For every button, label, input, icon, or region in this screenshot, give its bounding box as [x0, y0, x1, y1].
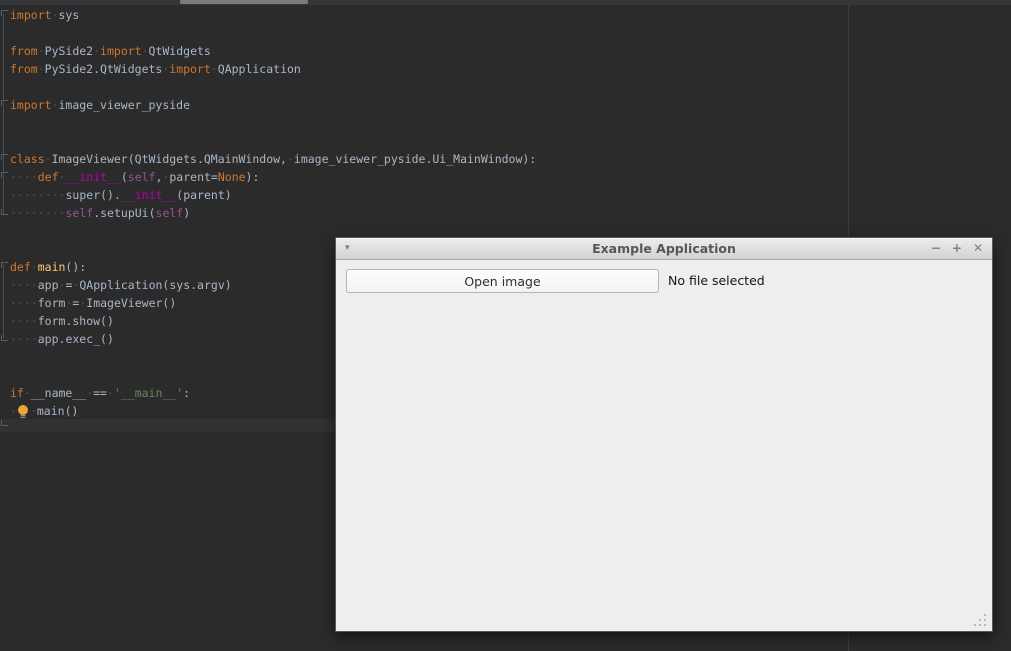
code-line[interactable] — [0, 132, 1011, 150]
code-line[interactable]: ····def·__init__(self,·parent=None): — [0, 168, 1011, 186]
code-token: (parent) — [176, 188, 232, 202]
code-token: ) — [183, 206, 191, 220]
open-image-button[interactable]: Open image — [346, 269, 659, 293]
caret-line-highlight — [0, 419, 348, 432]
code-token: __init__ — [120, 188, 177, 202]
code-token: ····form·=·ImageViewer() — [10, 296, 177, 310]
scrollbar-thumb[interactable] — [180, 0, 308, 4]
lightbulb-icon[interactable] — [17, 404, 30, 418]
code-token: ····app·=·QApplication(sys.argv) — [10, 278, 232, 292]
code-token: from — [10, 62, 38, 76]
code-token: : — [183, 386, 191, 400]
code-token: ····form.show() — [10, 314, 114, 328]
close-button[interactable]: ✕ — [973, 238, 983, 259]
code-token: main — [37, 260, 66, 274]
window-title: Example Application — [592, 241, 736, 256]
code-token: class — [10, 152, 45, 166]
file-status-label: No file selected — [668, 273, 765, 288]
code-line[interactable]: ········self.setupUi(self) — [0, 204, 1011, 222]
code-line[interactable]: from·PySide2.QtWidgets·import·QApplicati… — [0, 60, 1011, 78]
code-token: self — [65, 206, 94, 220]
code-token: ···· — [10, 170, 38, 184]
fold-marker-icon[interactable] — [1, 420, 8, 426]
editor-horizontal-scrollbar[interactable] — [0, 0, 1011, 5]
window-content: Open image No file selected — [336, 260, 992, 631]
code-token: ·PySide2· — [37, 44, 101, 58]
code-token: import — [10, 98, 52, 112]
code-token: ········super(). — [10, 188, 121, 202]
code-token: ·sys — [51, 8, 80, 22]
code-line[interactable]: ········super().__init__(parent) — [0, 186, 1011, 204]
code-line[interactable] — [0, 78, 1011, 96]
code-token: ·__name__·==· — [23, 386, 114, 400]
code-line[interactable] — [0, 24, 1011, 42]
code-token: ·QtWidgets — [141, 44, 211, 58]
code-token: def — [37, 170, 59, 184]
example-application-window: ▾ Example Application − + ✕ Open image N… — [335, 237, 993, 632]
code-token: if — [10, 386, 24, 400]
code-line[interactable]: import·image_viewer_pyside — [0, 96, 1011, 114]
maximize-button[interactable]: + — [952, 238, 962, 259]
code-token: ): — [245, 170, 260, 184]
code-token: ( — [120, 170, 128, 184]
code-token: __init__ — [65, 170, 121, 184]
resize-grip-icon[interactable] — [973, 612, 988, 627]
code-token: self — [127, 170, 156, 184]
code-token: (): — [65, 260, 87, 274]
code-token: import — [10, 8, 52, 22]
titlebar[interactable]: ▾ Example Application − + ✕ — [336, 238, 992, 260]
code-token: import — [169, 62, 211, 76]
code-token: import — [100, 44, 142, 58]
code-token: ····app.exec_() — [10, 332, 114, 346]
code-line[interactable]: from·PySide2·import·QtWidgets — [0, 42, 1011, 60]
code-token: ,·parent= — [155, 170, 218, 184]
code-token: ········ — [10, 206, 66, 220]
code-line[interactable] — [0, 114, 1011, 132]
code-line[interactable]: import·sys — [0, 6, 1011, 24]
code-token: · — [10, 404, 17, 418]
code-token: · — [30, 260, 38, 274]
minimize-button[interactable]: − — [931, 238, 941, 259]
code-token: ·main() — [29, 404, 79, 418]
code-token: from — [10, 44, 38, 58]
ide-screen: import·sys from·PySide2·import·QtWidgets f… — [0, 0, 1011, 651]
code-token: .setupUi( — [93, 206, 156, 220]
code-token: def — [10, 260, 31, 274]
code-token: '__main__' — [113, 386, 184, 400]
code-token: ·QApplication — [210, 62, 301, 76]
code-token: ·ImageViewer(QtWidgets.QMainWindow,·imag… — [44, 152, 537, 166]
code-line[interactable]: class·ImageViewer(QtWidgets.QMainWindow,… — [0, 150, 1011, 168]
code-token: ·image_viewer_pyside — [51, 98, 191, 112]
code-token: None — [217, 170, 246, 184]
code-token: ·PySide2.QtWidgets· — [37, 62, 170, 76]
code-token: self — [155, 206, 184, 220]
